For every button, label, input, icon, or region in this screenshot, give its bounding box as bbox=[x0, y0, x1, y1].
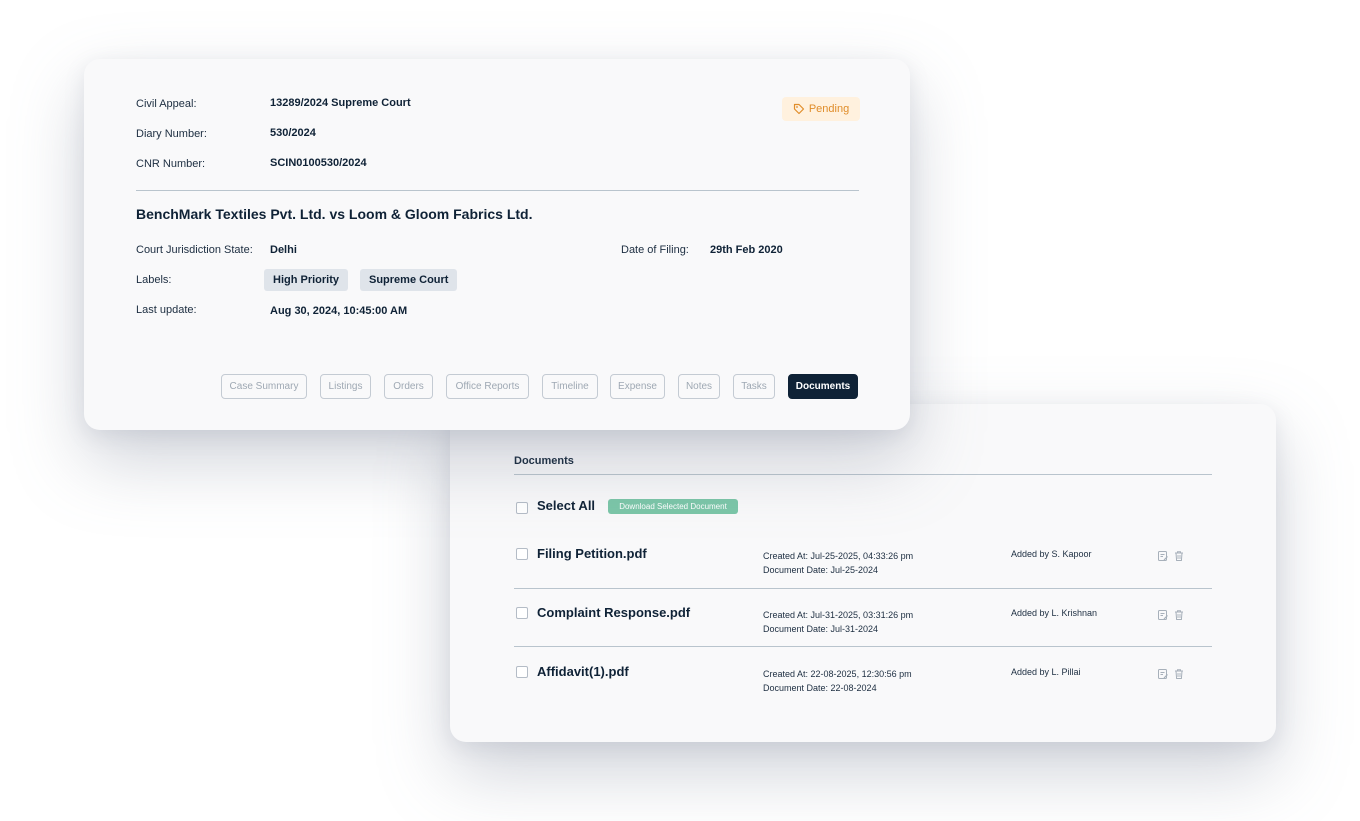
jurisdiction-label: Court Jurisdiction State: bbox=[136, 244, 253, 256]
row-divider bbox=[514, 588, 1212, 589]
added-by: Added by L. Pillai bbox=[1011, 667, 1081, 677]
tab-expense[interactable]: Expense bbox=[610, 374, 665, 399]
document-checkbox[interactable] bbox=[516, 607, 528, 619]
document-date: Document Date: 22-08-2024 bbox=[763, 683, 877, 693]
document-date: Document Date: Jul-31-2024 bbox=[763, 624, 879, 634]
created-at: Created At: Jul-25-2025, 04:33:26 pm bbox=[763, 551, 914, 561]
document-row: Filing Petition.pdf Created At: Jul-25-2… bbox=[450, 546, 1276, 602]
filing-date-value: 29th Feb 2020 bbox=[710, 244, 783, 256]
civil-appeal-label: Civil Appeal: bbox=[136, 98, 197, 110]
cnr-number-value: SCIN0100530/2024 bbox=[270, 157, 367, 169]
document-name[interactable]: Affidavit(1).pdf bbox=[537, 664, 629, 679]
tab-notes[interactable]: Notes bbox=[678, 374, 720, 399]
case-summary-card: Civil Appeal: 13289/2024 Supreme Court D… bbox=[84, 59, 910, 430]
civil-appeal-value: 13289/2024 Supreme Court bbox=[270, 97, 411, 109]
tab-listings[interactable]: Listings bbox=[320, 374, 371, 399]
tab-orders[interactable]: Orders bbox=[384, 374, 433, 399]
document-meta: Created At: 22-08-2025, 12:30:56 pm Docu… bbox=[763, 667, 912, 695]
select-all-label[interactable]: Select All bbox=[537, 498, 595, 513]
edit-note-icon[interactable] bbox=[1157, 550, 1169, 562]
document-row: Complaint Response.pdf Created At: Jul-3… bbox=[450, 605, 1276, 661]
tab-tasks[interactable]: Tasks bbox=[733, 374, 775, 399]
tab-documents[interactable]: Documents bbox=[788, 374, 858, 399]
documents-card: Documents Select All Download Selected D… bbox=[450, 404, 1276, 742]
added-by: Added by L. Krishnan bbox=[1011, 608, 1098, 618]
created-at: Created At: Jul-31-2025, 03:31:26 pm bbox=[763, 610, 914, 620]
select-all-checkbox[interactable] bbox=[516, 502, 528, 514]
edit-note-icon[interactable] bbox=[1157, 609, 1169, 621]
document-checkbox[interactable] bbox=[516, 666, 528, 678]
tag-icon bbox=[793, 103, 804, 115]
document-name[interactable]: Filing Petition.pdf bbox=[537, 546, 647, 561]
created-at: Created At: 22-08-2025, 12:30:56 pm bbox=[763, 669, 912, 679]
status-badge: Pending bbox=[782, 97, 860, 121]
tab-case-summary[interactable]: Case Summary bbox=[221, 374, 307, 399]
added-by: Added by S. Kapoor bbox=[1011, 549, 1092, 559]
diary-number-value: 530/2024 bbox=[270, 127, 316, 139]
trash-icon[interactable] bbox=[1173, 609, 1185, 621]
case-title: BenchMark Textiles Pvt. Ltd. vs Loom & G… bbox=[136, 206, 533, 222]
download-selected-button[interactable]: Download Selected Document bbox=[608, 499, 738, 514]
jurisdiction-value: Delhi bbox=[270, 244, 297, 256]
documents-underline bbox=[514, 474, 1212, 475]
trash-icon[interactable] bbox=[1173, 550, 1185, 562]
document-meta: Created At: Jul-25-2025, 04:33:26 pm Doc… bbox=[763, 549, 913, 577]
last-update-value: Aug 30, 2024, 10:45:00 AM bbox=[270, 305, 408, 317]
document-meta: Created At: Jul-31-2025, 03:31:26 pm Doc… bbox=[763, 608, 913, 636]
document-date: Document Date: Jul-25-2024 bbox=[763, 565, 879, 575]
tab-timeline[interactable]: Timeline bbox=[542, 374, 598, 399]
document-name[interactable]: Complaint Response.pdf bbox=[537, 605, 690, 620]
tab-office-reports[interactable]: Office Reports bbox=[446, 374, 529, 399]
last-update-label: Last update: bbox=[136, 304, 197, 316]
filing-date-label: Date of Filing: bbox=[621, 244, 689, 256]
document-checkbox[interactable] bbox=[516, 548, 528, 560]
document-row: Affidavit(1).pdf Created At: 22-08-2025,… bbox=[450, 664, 1276, 720]
label-chip-high-priority[interactable]: High Priority bbox=[264, 269, 349, 291]
trash-icon[interactable] bbox=[1173, 668, 1185, 680]
cnr-number-label: CNR Number: bbox=[136, 158, 206, 170]
diary-number-label: Diary Number: bbox=[136, 128, 207, 140]
label-chip-supreme-court[interactable]: Supreme Court bbox=[360, 269, 458, 291]
documents-heading: Documents bbox=[514, 455, 574, 467]
case-divider bbox=[136, 190, 859, 191]
labels-label: Labels: bbox=[136, 274, 172, 286]
row-divider bbox=[514, 646, 1212, 647]
status-text: Pending bbox=[808, 103, 850, 115]
edit-note-icon[interactable] bbox=[1157, 668, 1169, 680]
